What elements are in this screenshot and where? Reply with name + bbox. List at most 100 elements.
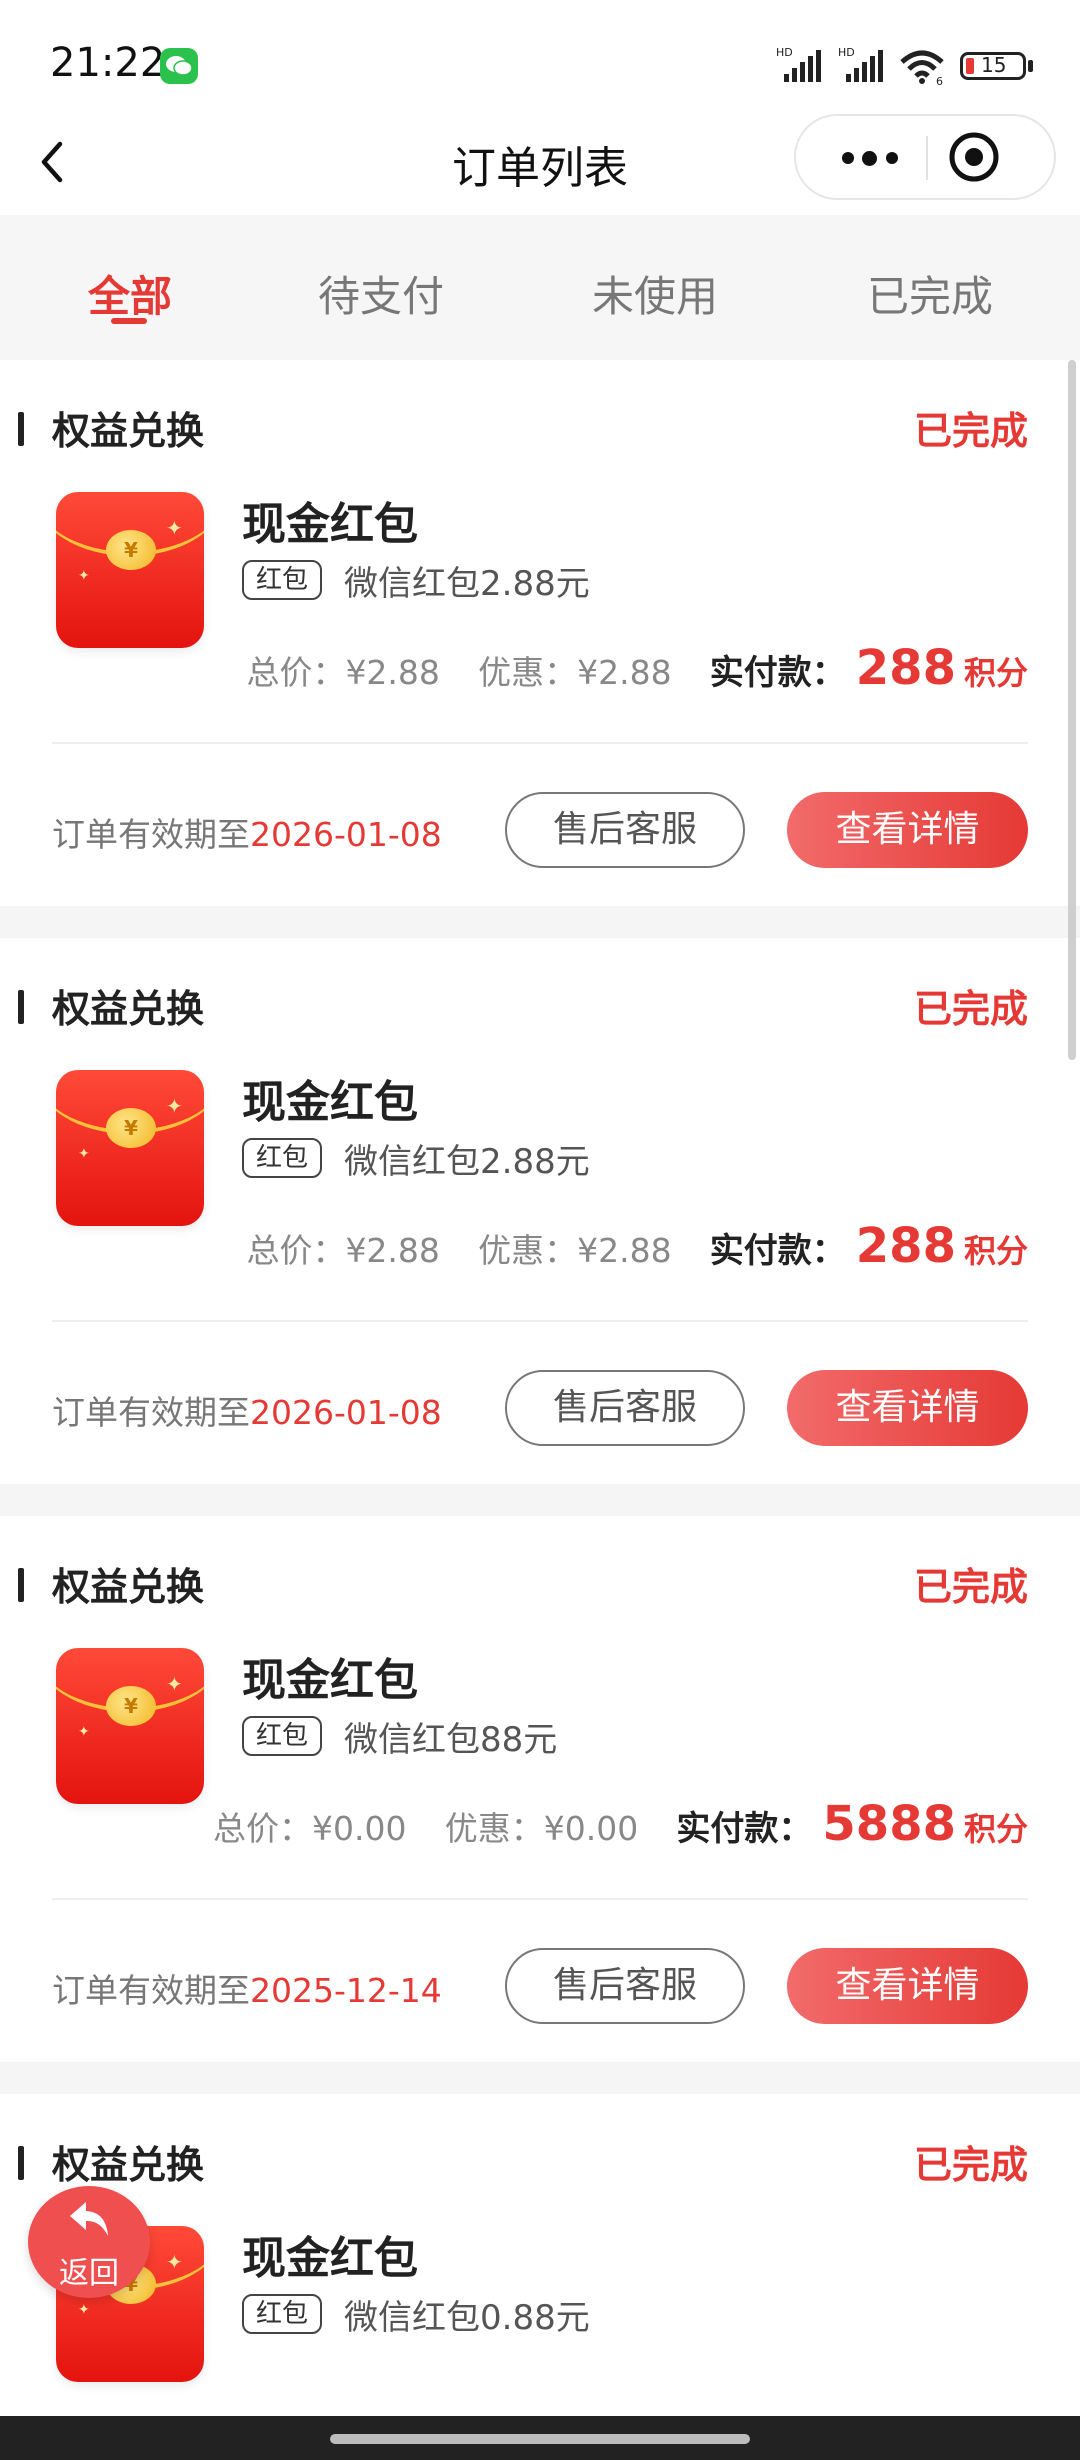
card-divider	[52, 742, 1028, 744]
order-card: 权益兑换 已完成 ¥ ✦ ✦ 现金红包 红包 微信红包88元 总价：¥0.00 优…	[0, 1516, 1080, 2062]
after-sales-service-button[interactable]: 售后客服	[505, 792, 745, 868]
total-label: 总价：	[246, 1231, 346, 1270]
undo-arrow-icon	[70, 2202, 108, 2236]
order-status: 已完成	[913, 409, 1028, 453]
price-row: 总价：¥0.00 优惠：¥0.00 实付款： 5888 积分	[213, 1796, 1028, 1856]
view-details-button[interactable]: 查看详情	[787, 1370, 1028, 1446]
view-details-button[interactable]: 查看详情	[787, 1948, 1028, 2024]
product-tag: 红包	[242, 2294, 323, 2334]
validity-date: 2026-01-08	[250, 815, 442, 854]
product-desc: 微信红包0.88元	[344, 2298, 590, 2338]
tab-unused[interactable]: 未使用	[555, 263, 755, 324]
floating-back-label: 返回	[59, 2256, 119, 2291]
card-divider	[52, 1898, 1028, 1900]
order-card: 权益兑换 已完成 ¥ ✦ ✦ 现金红包 红包 微信红包2.88元 总价：¥2.88…	[0, 360, 1080, 906]
order-status: 已完成	[913, 1565, 1028, 1609]
target-circle-icon[interactable]	[946, 129, 1002, 185]
signal-icon: HD	[776, 46, 821, 82]
battery-icon: 15	[960, 52, 1026, 80]
product-tag: 红包	[242, 1716, 323, 1756]
order-status: 已完成	[913, 2143, 1028, 2187]
validity-date: 2026-01-08	[250, 1393, 442, 1432]
product-tag: 红包	[242, 1138, 323, 1178]
discount-label: 优惠：	[478, 1231, 578, 1270]
discount-value: ¥2.88	[577, 653, 672, 692]
more-dots-icon[interactable]	[816, 116, 916, 198]
pay-unit: 积分	[963, 1232, 1028, 1270]
status-time: 21:22	[50, 40, 166, 86]
total-value: ¥2.88	[345, 653, 440, 692]
discount-value: ¥0.00	[543, 1809, 639, 1848]
card-accent-bar	[18, 990, 24, 1024]
product-name: 现金红包	[242, 1655, 418, 1706]
discount-label: 优惠：	[444, 1809, 544, 1848]
order-type: 权益兑换	[52, 2143, 205, 2187]
card-divider	[52, 1320, 1028, 1322]
pay-value: 5888	[822, 1796, 956, 1852]
validity-date: 2025-12-14	[250, 1971, 442, 2010]
red-envelope-icon: ¥ ✦ ✦	[56, 1648, 204, 1804]
total-value: ¥0.00	[312, 1809, 407, 1848]
pay-label: 实付款：	[676, 1809, 813, 1849]
pay-unit: 积分	[963, 1810, 1028, 1848]
product-desc: 微信红包2.88元	[344, 1142, 590, 1182]
tab-pending-payment[interactable]: 待支付	[281, 263, 481, 324]
product-name: 现金红包	[242, 2233, 418, 2284]
discount-value: ¥2.88	[577, 1231, 672, 1270]
tab-completed[interactable]: 已完成	[830, 263, 1030, 324]
validity-label: 订单有效期至	[52, 815, 250, 854]
tab-all[interactable]: 全部	[30, 263, 230, 324]
product-name: 现金红包	[242, 1077, 418, 1128]
pay-value: 288	[855, 1218, 956, 1274]
tab-active-indicator	[111, 318, 147, 324]
order-type: 权益兑换	[52, 987, 205, 1031]
view-details-button[interactable]: 查看详情	[787, 792, 1028, 868]
wifi-icon: 6	[900, 50, 944, 86]
card-accent-bar	[18, 2146, 24, 2180]
validity: 订单有效期至2026-01-08	[52, 1386, 442, 1434]
home-indicator[interactable]	[330, 2434, 750, 2444]
scrollbar[interactable]	[1068, 360, 1076, 1060]
order-type: 权益兑换	[52, 409, 205, 453]
order-type: 权益兑换	[52, 1565, 205, 1609]
product-desc: 微信红包2.88元	[344, 564, 590, 604]
total-label: 总价：	[213, 1809, 313, 1848]
total-label: 总价：	[246, 653, 346, 692]
battery-tip	[1028, 60, 1033, 72]
order-card: 权益兑换 已完成 ¥ ✦ ✦ 现金红包 红包 微信红包2.88元 总价：¥2.88…	[0, 938, 1080, 1484]
validity-label: 订单有效期至	[52, 1971, 250, 2010]
floating-back-button[interactable]: 返回	[28, 2186, 150, 2298]
price-row: 总价：¥2.88 优惠：¥2.88 实付款： 288 积分	[246, 1218, 1028, 1278]
card-accent-bar	[18, 1568, 24, 1602]
total-value: ¥2.88	[345, 1231, 440, 1270]
after-sales-service-button[interactable]: 售后客服	[505, 1370, 745, 1446]
mini-program-capsule	[794, 114, 1056, 200]
pay-value: 288	[855, 640, 956, 696]
discount-label: 优惠：	[478, 653, 578, 692]
validity: 订单有效期至2026-01-08	[52, 808, 442, 856]
product-tag: 红包	[242, 560, 323, 600]
pay-label: 实付款：	[709, 1231, 846, 1271]
battery-level: 15	[981, 53, 1007, 77]
validity-label: 订单有效期至	[52, 1393, 250, 1432]
card-accent-bar	[18, 412, 24, 446]
product-name: 现金红包	[242, 499, 418, 550]
product-desc: 微信红包88元	[344, 1720, 558, 1760]
nav-header: 订单列表	[0, 110, 1080, 215]
red-envelope-icon: ¥ ✦ ✦	[56, 492, 204, 648]
validity: 订单有效期至2025-12-14	[52, 1964, 442, 2012]
order-status: 已完成	[913, 987, 1028, 1031]
pay-label: 实付款：	[709, 653, 846, 693]
wifi-badge: 6	[936, 75, 943, 86]
system-nav-bar	[0, 2416, 1080, 2460]
signal-hd-label-2: HD	[838, 46, 855, 59]
signal-hd-label: HD	[776, 46, 793, 59]
pay-unit: 积分	[963, 654, 1028, 692]
wechat-icon	[160, 48, 198, 84]
order-card: 权益兑换 已完成 ¥ ✦ ✦ 现金红包 红包 微信红包0.88元	[0, 2094, 1080, 2416]
order-tabs: 全部 待支付 未使用 已完成	[0, 215, 1080, 360]
red-envelope-icon: ¥ ✦ ✦	[56, 1070, 204, 1226]
price-row: 总价：¥2.88 优惠：¥2.88 实付款： 288 积分	[246, 640, 1028, 700]
signal-icon-2: HD	[838, 46, 883, 82]
after-sales-service-button[interactable]: 售后客服	[505, 1948, 745, 2024]
